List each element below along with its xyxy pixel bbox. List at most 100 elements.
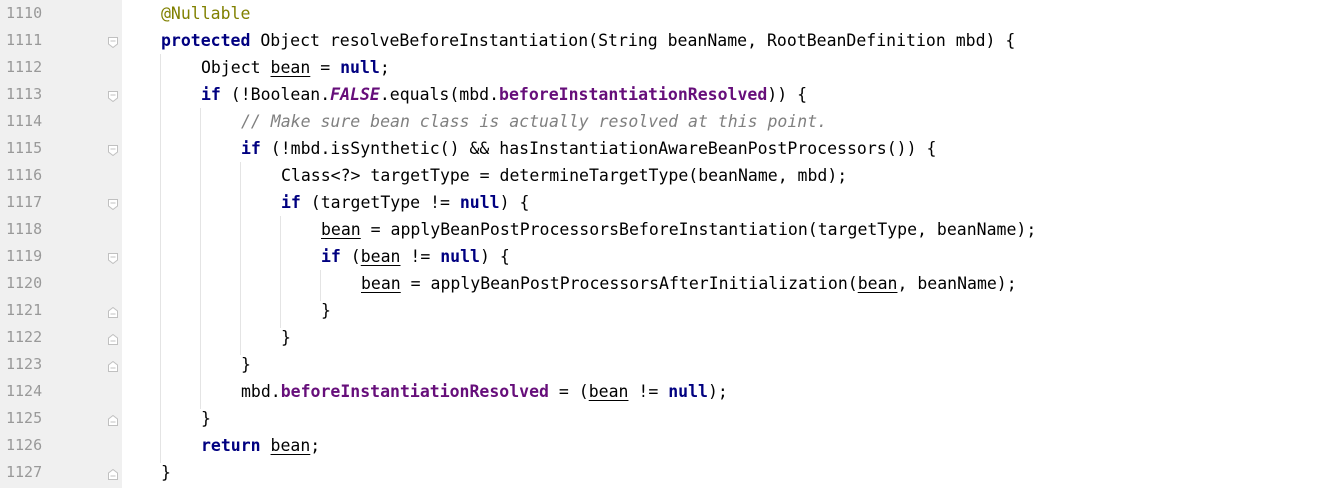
code-text[interactable]: Class<?> targetType = determineTargetTyp… xyxy=(281,162,847,189)
line-number: 1111 xyxy=(6,31,43,49)
code-text[interactable]: Object bean = null; xyxy=(201,54,390,81)
code-token: ( xyxy=(340,247,361,266)
code-line[interactable]: 1116 Class<?> targetType = determineTarge… xyxy=(0,162,1320,189)
code-line[interactable]: 1124 mbd.beforeInstantiationResolved = (b… xyxy=(0,378,1320,405)
code-token: Class<?> targetType = determineTargetTyp… xyxy=(281,166,848,185)
code-token: ) { xyxy=(499,193,530,212)
code-line[interactable]: 1115 if (!mbd.isSynthetic() && hasInstant… xyxy=(0,135,1320,162)
line-number: 1118 xyxy=(6,220,43,238)
indent-guide xyxy=(240,162,241,355)
code-line[interactable]: 1110 @Nullable xyxy=(0,0,1320,27)
indent-guide xyxy=(200,108,201,409)
code-token: null xyxy=(440,247,480,266)
code-token: (!mbd.isSynthetic() && hasInstantiationA… xyxy=(260,139,937,158)
code-token: = ( xyxy=(548,382,589,401)
code-token: = applyBeanPostProcessorsBeforeInstantia… xyxy=(360,220,1037,239)
line-number: 1120 xyxy=(6,274,43,292)
line-number: 1125 xyxy=(6,409,43,427)
code-line[interactable]: 1117 if (targetType != null) { xyxy=(0,189,1320,216)
line-number: 1116 xyxy=(6,166,43,184)
code-token: } xyxy=(241,355,251,374)
code-line[interactable]: 1113 if (!Boolean.FALSE.equals(mbd.before… xyxy=(0,81,1320,108)
fold-close-icon[interactable] xyxy=(107,331,119,345)
fold-open-icon[interactable] xyxy=(107,196,119,211)
code-token: bean xyxy=(857,274,898,293)
code-line[interactable]: 1118 bean = applyBeanPostProcessorsBefore… xyxy=(0,216,1320,243)
fold-close-icon[interactable] xyxy=(107,466,119,480)
code-token: FALSE xyxy=(330,85,380,104)
code-line[interactable]: 1127} xyxy=(0,459,1320,486)
line-number: 1124 xyxy=(6,382,43,400)
code-token: return xyxy=(201,436,261,455)
code-line[interactable]: 1123} xyxy=(0,351,1320,378)
code-editor[interactable]: 1110 @Nullable 1111 protected Object resolv… xyxy=(0,0,1320,488)
fold-open-icon[interactable] xyxy=(107,250,119,265)
line-number: 1113 xyxy=(6,85,43,103)
line-number: 1115 xyxy=(6,139,43,157)
code-token: // Make sure bean class is actually reso… xyxy=(241,112,828,131)
fold-close-icon[interactable] xyxy=(107,358,119,372)
line-number: 1127 xyxy=(6,463,43,481)
code-token: Object xyxy=(201,58,271,77)
code-line[interactable]: 1114 // Make sure bean class is actually … xyxy=(0,108,1320,135)
code-line[interactable]: 1125} xyxy=(0,405,1320,432)
line-number: 1114 xyxy=(6,112,43,130)
code-text[interactable]: if (targetType != null) { xyxy=(281,189,529,216)
fold-open-icon[interactable] xyxy=(107,88,119,103)
code-line[interactable]: 1111 protected Object resolveBeforeInstan… xyxy=(0,27,1320,54)
code-line[interactable]: 1112 Object bean = null; xyxy=(0,54,1320,81)
code-text[interactable]: } xyxy=(161,459,171,486)
fold-open-icon[interactable] xyxy=(107,34,119,49)
fold-close-icon[interactable] xyxy=(107,304,119,318)
code-token: beforeInstantiationResolved xyxy=(499,85,768,104)
code-token: if xyxy=(321,247,341,266)
line-number: 1112 xyxy=(6,58,43,76)
code-text[interactable]: if (!mbd.isSynthetic() && hasInstantiati… xyxy=(241,135,936,162)
code-line[interactable]: 1126 return bean; xyxy=(0,432,1320,459)
code-token: bean xyxy=(360,247,401,266)
code-token: @Nullable xyxy=(161,4,251,23)
code-text[interactable]: // Make sure bean class is actually reso… xyxy=(241,108,827,135)
code-text[interactable]: return bean; xyxy=(201,432,320,459)
code-line[interactable]: 1121} xyxy=(0,297,1320,324)
code-line[interactable]: 1120 bean = applyBeanPostProcessorsAfterI… xyxy=(0,270,1320,297)
code-token: null xyxy=(340,58,380,77)
code-token: ; xyxy=(310,436,321,455)
line-number: 1122 xyxy=(6,328,43,346)
code-token: bean xyxy=(270,58,311,77)
code-token: null xyxy=(459,193,500,212)
code-token: mbd. xyxy=(241,382,281,401)
indent-guide xyxy=(160,54,161,463)
code-token: (!Boolean. xyxy=(220,85,331,104)
code-text[interactable]: bean = applyBeanPostProcessorsBeforeInst… xyxy=(321,216,1036,243)
fold-close-icon[interactable] xyxy=(107,412,119,426)
fold-open-icon[interactable] xyxy=(107,142,119,157)
code-text[interactable]: bean = applyBeanPostProcessorsAfterIniti… xyxy=(361,270,1017,297)
code-text[interactable]: @Nullable xyxy=(161,0,250,27)
code-line[interactable]: 1122} xyxy=(0,324,1320,351)
code-token: if xyxy=(281,193,301,212)
code-text[interactable]: } xyxy=(321,297,331,324)
code-token: = xyxy=(310,58,341,77)
code-token: .equals(mbd. xyxy=(379,85,500,104)
code-token: protected xyxy=(161,31,251,50)
code-text[interactable]: if (bean != null) { xyxy=(321,243,510,270)
code-token: bean xyxy=(588,382,629,401)
line-number: 1117 xyxy=(6,193,43,211)
line-number: 1123 xyxy=(6,355,43,373)
code-text[interactable]: mbd.beforeInstantiationResolved = (bean … xyxy=(241,378,728,405)
code-token: } xyxy=(321,301,331,320)
code-text[interactable]: } xyxy=(201,405,211,432)
code-text[interactable]: protected Object resolveBeforeInstantiat… xyxy=(161,27,1015,54)
code-text[interactable]: if (!Boolean.FALSE.equals(mbd.beforeInst… xyxy=(201,81,807,108)
code-line[interactable]: 1119 if (bean != null) { xyxy=(0,243,1320,270)
code-token: ; xyxy=(379,58,390,77)
code-token: ); xyxy=(707,382,728,401)
code-token: )) { xyxy=(767,85,808,104)
code-text[interactable]: } xyxy=(241,351,251,378)
code-token: } xyxy=(161,463,171,482)
line-number: 1110 xyxy=(6,4,43,22)
code-text[interactable]: } xyxy=(281,324,291,351)
code-token: if xyxy=(241,139,261,158)
